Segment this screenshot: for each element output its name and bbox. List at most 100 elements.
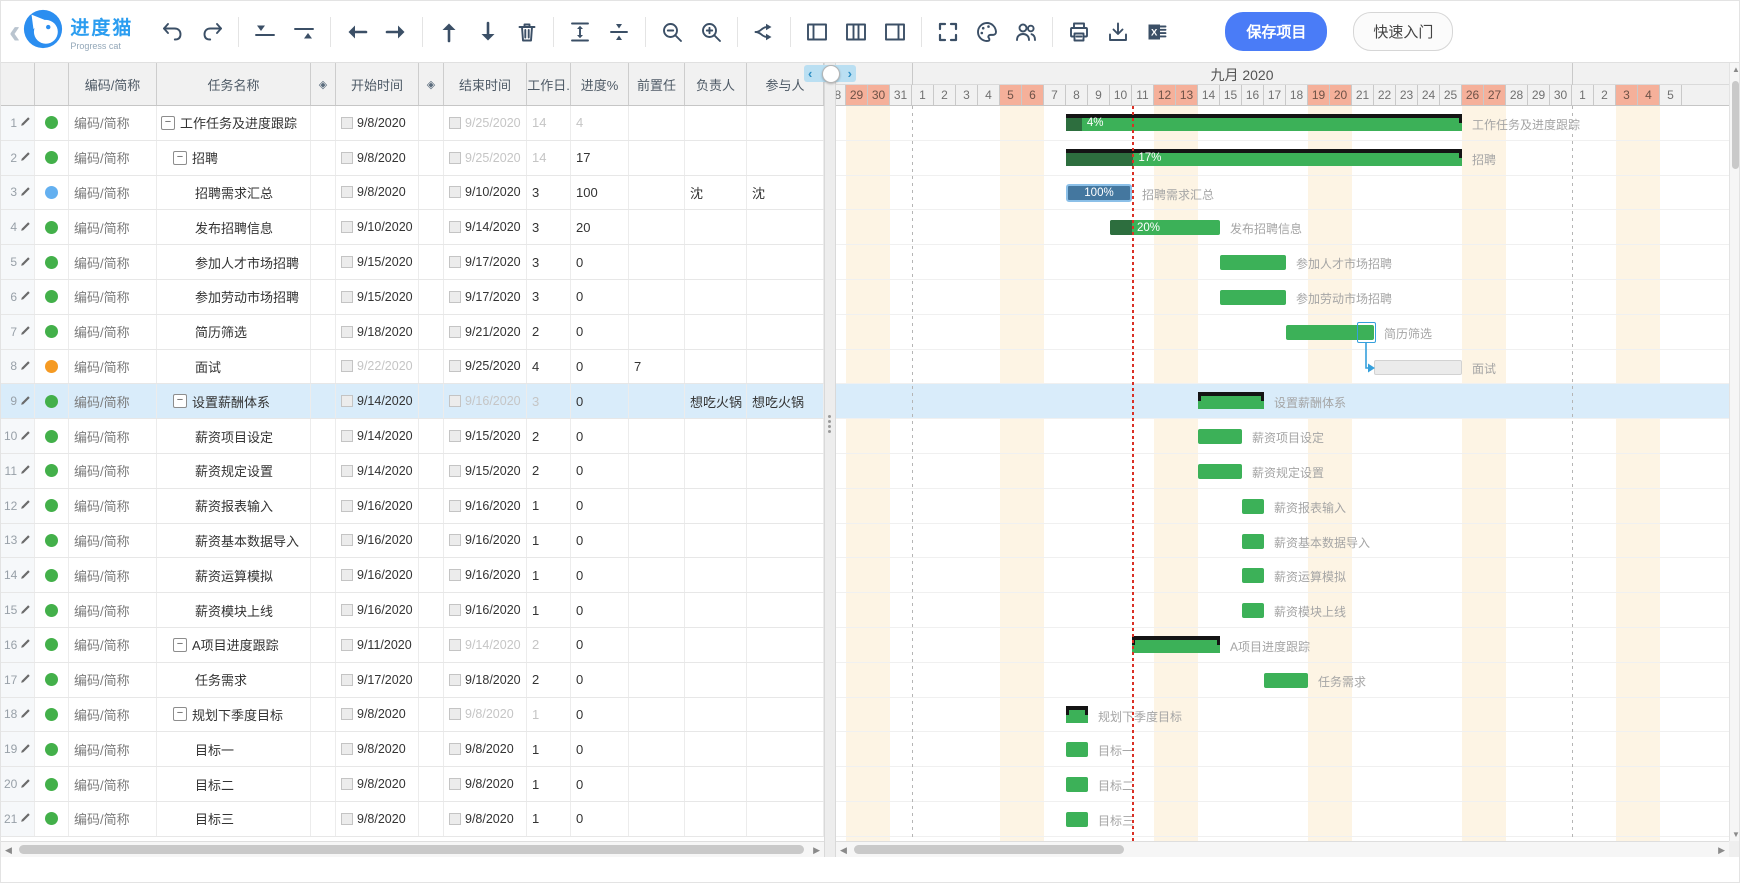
date-checkbox[interactable]: [449, 151, 461, 164]
arrow-right-icon[interactable]: [384, 20, 408, 44]
table-row[interactable]: 14 编码/简称 薪资运算模拟 9/16/2020 9/16/2020 1 0: [1, 558, 824, 594]
edit-pencil-icon[interactable]: [20, 115, 31, 130]
date-checkbox[interactable]: [341, 186, 353, 199]
panel-resize-slider[interactable]: ‹ ›: [804, 65, 856, 83]
edit-pencil-icon[interactable]: [20, 359, 31, 374]
gantt-bar-task[interactable]: 20%: [1110, 220, 1220, 236]
date-checkbox[interactable]: [341, 534, 353, 547]
gantt-bar-task[interactable]: [1198, 429, 1242, 445]
date-checkbox[interactable]: [341, 673, 353, 686]
scroll-left-icon[interactable]: ◀: [5, 844, 12, 856]
date-checkbox[interactable]: [449, 186, 461, 199]
scroll-up-icon[interactable]: ▲: [1732, 65, 1739, 74]
share-icon[interactable]: [752, 20, 776, 44]
edit-pencil-icon[interactable]: [20, 429, 31, 444]
date-checkbox[interactable]: [341, 464, 353, 477]
gantt-bar-task[interactable]: [1242, 533, 1264, 549]
gantt-bar-summary[interactable]: [1198, 392, 1264, 410]
date-checkbox[interactable]: [449, 256, 461, 269]
edit-pencil-icon[interactable]: [20, 150, 31, 165]
date-checkbox[interactable]: [449, 395, 461, 408]
date-checkbox[interactable]: [341, 743, 353, 756]
date-checkbox[interactable]: [449, 604, 461, 617]
gantt-bar-task[interactable]: [1066, 812, 1088, 827]
panel-right-icon[interactable]: [883, 20, 907, 44]
panel-split-icon[interactable]: [844, 20, 868, 44]
edit-pencil-icon[interactable]: [20, 637, 31, 652]
table-row[interactable]: 3 编码/简称 招聘需求汇总 9/8/2020 9/10/2020 3 100 沈 沈: [1, 175, 824, 211]
table-row[interactable]: 2 编码/简称 − 招聘 9/8/2020 9/25/2020 14 17: [1, 140, 824, 176]
date-checkbox[interactable]: [449, 743, 461, 756]
date-checkbox[interactable]: [341, 325, 353, 338]
print-icon[interactable]: [1067, 20, 1091, 44]
date-checkbox[interactable]: [449, 569, 461, 582]
date-checkbox[interactable]: [341, 708, 353, 721]
date-checkbox[interactable]: [449, 360, 461, 373]
date-checkbox[interactable]: [341, 499, 353, 512]
arrow-left-icon[interactable]: [345, 20, 369, 44]
gantt-bar-task[interactable]: [1198, 464, 1242, 479]
date-checkbox[interactable]: [449, 638, 461, 651]
date-checkbox[interactable]: [341, 778, 353, 791]
gantt-bar-task[interactable]: [1066, 777, 1088, 793]
gantt-bar-task[interactable]: [1242, 568, 1264, 584]
table-row[interactable]: 21 编码/简称 目标三 9/8/2020 9/8/2020 1 0: [1, 801, 824, 837]
date-checkbox[interactable]: [341, 151, 353, 164]
collapse-toggle-icon[interactable]: −: [173, 707, 187, 722]
panel-left-icon[interactable]: [805, 20, 829, 44]
table-row[interactable]: 4 编码/简称 发布招聘信息 9/10/2020 9/14/2020 3 20: [1, 210, 824, 246]
arrow-up-icon[interactable]: [437, 20, 461, 44]
indent-icon[interactable]: [292, 20, 316, 44]
table-row[interactable]: 10 编码/简称 薪资项目设定 9/14/2020 9/15/2020 2 0: [1, 419, 824, 454]
date-checkbox[interactable]: [449, 116, 461, 129]
edit-pencil-icon[interactable]: [20, 777, 31, 792]
edit-pencil-icon[interactable]: [20, 324, 31, 339]
edit-pencil-icon[interactable]: [20, 707, 31, 722]
redo-icon[interactable]: [200, 20, 224, 44]
gantt-bar-empty[interactable]: [1374, 359, 1462, 375]
table-row[interactable]: 20 编码/简称 目标二 9/8/2020 9/8/2020 1 0: [1, 767, 824, 802]
date-checkbox[interactable]: [449, 325, 461, 338]
save-project-button[interactable]: 保存项目: [1225, 12, 1328, 51]
date-checkbox[interactable]: [449, 290, 461, 303]
gantt-bar-task[interactable]: [1066, 742, 1088, 758]
date-checkbox[interactable]: [449, 673, 461, 686]
table-row[interactable]: 8 编码/简称 面试 9/22/2020 9/25/2020 4 0 7: [1, 349, 824, 385]
collapse-left-icon[interactable]: ‹: [808, 66, 812, 81]
outdent-icon[interactable]: [253, 20, 277, 44]
table-row[interactable]: 6 编码/简称 参加劳动市场招聘 9/15/2020 9/17/2020 3 0: [1, 279, 824, 315]
date-checkbox[interactable]: [449, 534, 461, 547]
date-checkbox[interactable]: [449, 499, 461, 512]
date-checkbox[interactable]: [341, 116, 353, 129]
gantt-bar-task[interactable]: [1242, 603, 1264, 619]
table-row[interactable]: 19 编码/简称 目标一 9/8/2020 9/8/2020 1 0: [1, 732, 824, 768]
users-icon[interactable]: [1014, 20, 1038, 44]
date-checkbox[interactable]: [341, 290, 353, 303]
table-row[interactable]: 11 编码/简称 薪资规定设置 9/14/2020 9/15/2020 2 0: [1, 453, 824, 489]
date-checkbox[interactable]: [341, 812, 353, 825]
edit-pencil-icon[interactable]: [20, 568, 31, 583]
expand-rows-icon[interactable]: [568, 20, 592, 44]
edit-pencil-icon[interactable]: [20, 220, 31, 235]
date-checkbox[interactable]: [341, 430, 353, 443]
gantt-vscroll-thumb[interactable]: [1732, 81, 1739, 169]
table-row[interactable]: 12 编码/简称 薪资报表输入 9/16/2020 9/16/2020 1 0: [1, 488, 824, 524]
collapse-toggle-icon[interactable]: −: [173, 637, 187, 652]
collapse-toggle-icon[interactable]: −: [173, 150, 187, 165]
gantt-vertical-scrollbar[interactable]: ▲ ▼: [1729, 63, 1739, 841]
gantt-bar-summary[interactable]: [1066, 705, 1088, 723]
excel-icon[interactable]: X: [1145, 20, 1169, 44]
scroll-left-icon[interactable]: ◀: [840, 844, 847, 856]
collapse-toggle-icon[interactable]: −: [173, 394, 187, 409]
collapse-right-icon[interactable]: ›: [848, 66, 852, 81]
scroll-right-icon[interactable]: ▶: [813, 844, 820, 856]
date-checkbox[interactable]: [449, 464, 461, 477]
date-checkbox[interactable]: [449, 778, 461, 791]
quick-start-button[interactable]: 快速入门: [1353, 12, 1454, 51]
zoom-out-icon[interactable]: [660, 20, 684, 44]
gantt-hscroll-thumb[interactable]: [854, 845, 1124, 854]
collapse-toggle-icon[interactable]: −: [161, 115, 175, 130]
edit-pencil-icon[interactable]: [20, 289, 31, 304]
fullscreen-icon[interactable]: [936, 20, 960, 44]
table-row[interactable]: 16 编码/简称 − A项目进度跟踪 9/11/2020 9/14/2020 2 0: [1, 627, 824, 663]
